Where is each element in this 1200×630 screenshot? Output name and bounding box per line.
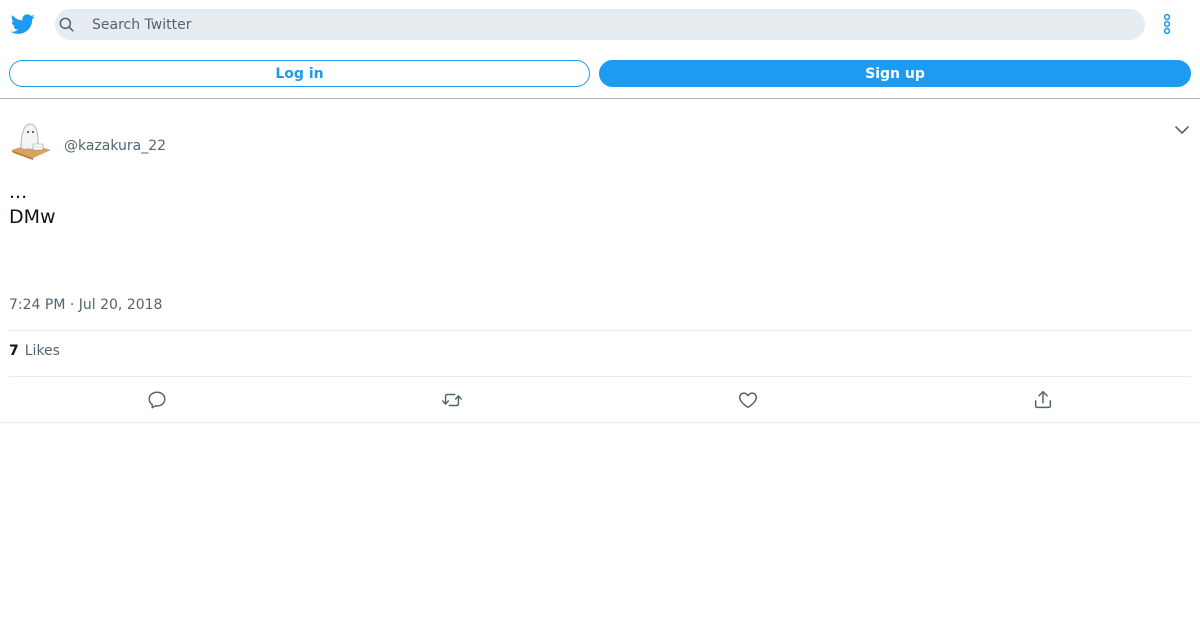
like-icon[interactable] xyxy=(737,389,759,411)
twitter-bird-icon[interactable] xyxy=(10,12,36,36)
divider xyxy=(9,376,1191,377)
likes-count: 7 xyxy=(9,343,19,359)
top-bar xyxy=(0,0,1200,48)
likes-stat[interactable]: 7 Likes xyxy=(9,343,60,359)
tweet-timestamp[interactable]: 7:24 PM · Jul 20, 2018 xyxy=(9,297,162,313)
search-icon xyxy=(59,17,74,32)
likes-label: Likes xyxy=(24,343,60,359)
user-handle[interactable]: @kazakura_22 xyxy=(64,138,166,154)
retweet-icon[interactable] xyxy=(441,389,463,411)
avatar-ghost-image xyxy=(9,118,53,162)
avatar[interactable] xyxy=(9,118,53,162)
search-bar[interactable] xyxy=(55,9,1145,40)
tweet-text: ... DMw xyxy=(9,181,56,228)
vertical-dots-icon[interactable] xyxy=(1158,12,1176,36)
header-divider xyxy=(0,98,1200,99)
login-button[interactable]: Log in xyxy=(9,60,590,87)
reply-icon[interactable] xyxy=(146,389,168,411)
divider xyxy=(0,422,1200,423)
share-icon[interactable] xyxy=(1032,389,1054,411)
signup-button[interactable]: Sign up xyxy=(599,60,1191,87)
divider xyxy=(9,330,1191,331)
chevron-down-icon[interactable] xyxy=(1172,120,1192,140)
search-input[interactable] xyxy=(92,9,1132,40)
